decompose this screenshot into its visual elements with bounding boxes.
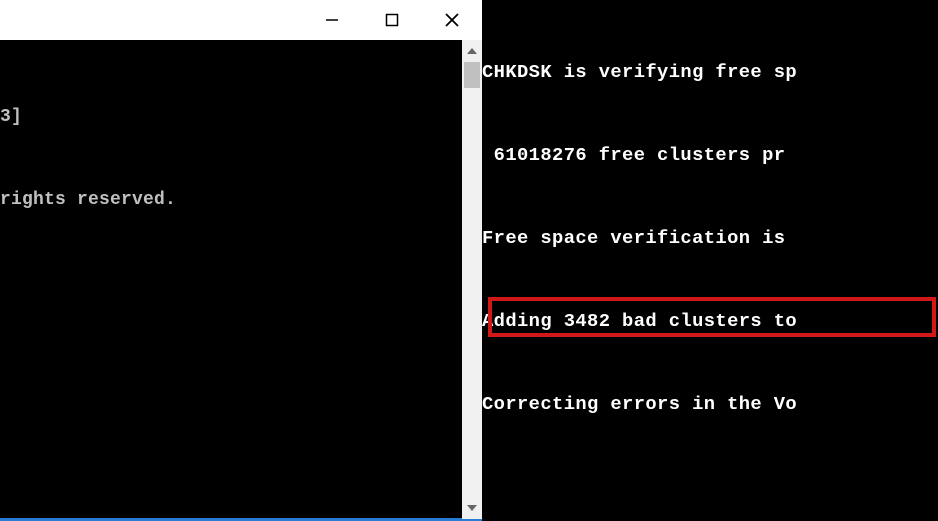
vertical-scrollbar[interactable] xyxy=(462,40,482,519)
chkdsk-line: Free space verification is xyxy=(482,225,938,253)
command-prompt-window: 3] rights reserved. xyxy=(0,0,482,521)
close-icon xyxy=(444,12,460,28)
chkdsk-line: CHKDSK is verifying free sp xyxy=(482,59,938,87)
close-button[interactable] xyxy=(422,0,482,40)
scroll-down-arrow-icon[interactable] xyxy=(462,497,482,519)
scroll-up-arrow-icon[interactable] xyxy=(462,40,482,62)
chkdsk-line: Adding 3482 bad clusters to xyxy=(482,308,938,336)
minimize-button[interactable] xyxy=(302,0,362,40)
chkdsk-line: Correcting errors in the Vo xyxy=(482,391,938,419)
chkdsk-line: 61018276 free clusters pr xyxy=(482,142,938,170)
maximize-button[interactable] xyxy=(362,0,422,40)
cmd-line: rights reserved. xyxy=(0,187,476,215)
minimize-icon xyxy=(325,13,339,27)
maximize-icon xyxy=(385,13,399,27)
scroll-track[interactable] xyxy=(462,62,482,497)
command-prompt-content: 3] rights reserved. xyxy=(0,40,482,518)
cmd-line: 3] xyxy=(0,104,476,132)
window-titlebar xyxy=(0,0,482,40)
scroll-thumb[interactable] xyxy=(464,62,480,88)
chkdsk-output-pane: CHKDSK is verifying free sp 61018276 fre… xyxy=(482,0,938,521)
